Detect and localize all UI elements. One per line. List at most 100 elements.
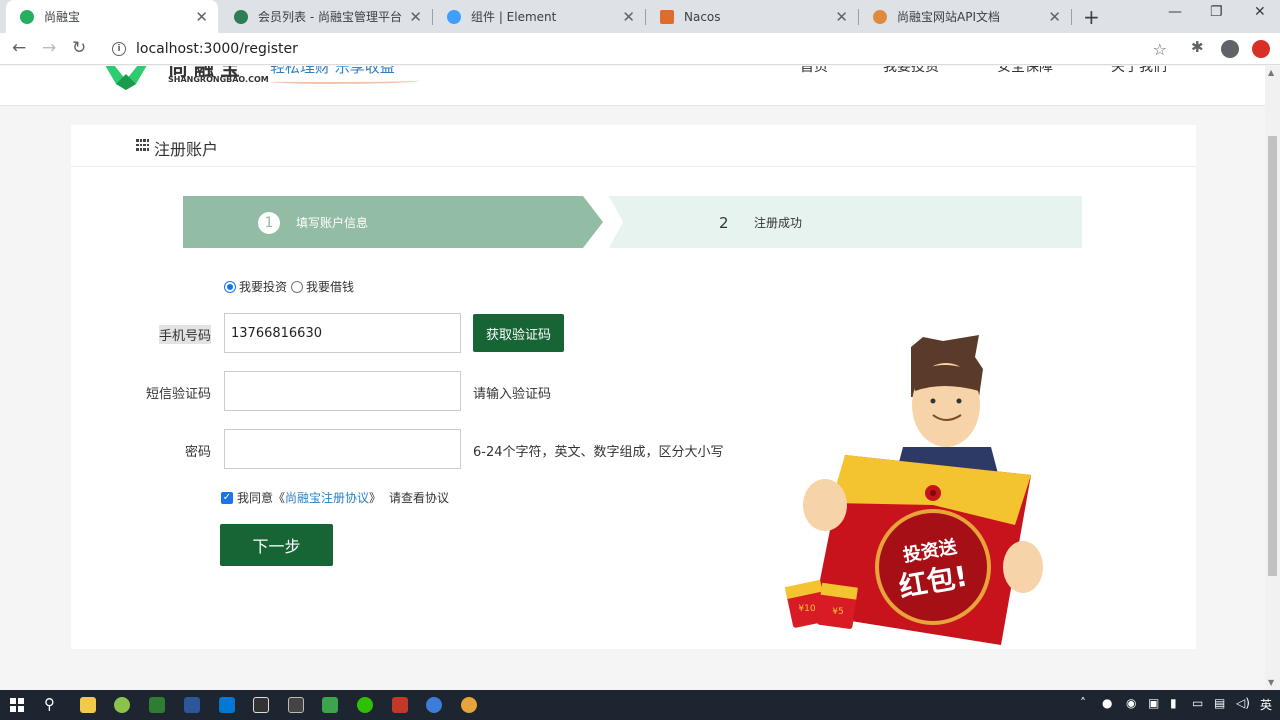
agreement-prefix: 我同意《	[237, 491, 286, 505]
url-text[interactable]: localhost:3000/register	[136, 41, 1153, 57]
windows-start-icon[interactable]	[10, 698, 24, 712]
shangrongbao-favicon-icon	[20, 9, 34, 24]
tab-nacos[interactable]: Nacos ✕	[646, 0, 858, 33]
site-header: 尚融宝 SHANGRONGBAO.COM 轻松理财 乐享收益 首页 我要投资 安…	[0, 66, 1265, 106]
password-label: 密码	[184, 445, 211, 460]
app-blue-icon[interactable]	[426, 697, 442, 713]
intellij-icon[interactable]	[253, 697, 269, 713]
microphone-icon[interactable]: ▮	[1170, 696, 1177, 710]
tray-expand-icon[interactable]: ˄	[1080, 696, 1086, 710]
back-icon[interactable]: ←	[12, 38, 26, 58]
nacos-favicon-icon	[660, 9, 674, 24]
get-code-button[interactable]: 获取验证码	[473, 314, 564, 352]
agreement-suffix: 》	[369, 491, 382, 505]
sms-code-input[interactable]	[224, 371, 461, 411]
chrome-icon[interactable]	[461, 697, 477, 713]
tab-element[interactable]: 组件 | Element ✕	[433, 0, 645, 33]
next-step-button[interactable]: 下一步	[220, 524, 333, 566]
app-pycharm-icon[interactable]	[149, 697, 165, 713]
tray-window-icon[interactable]: ▣	[1148, 696, 1159, 710]
restore-icon[interactable]: ❐	[1210, 4, 1223, 20]
step-fill-info: 1 填写账户信息	[183, 196, 603, 248]
windows-taskbar: ⚲ ˄ ● ◉ ▣ ▮ ▭ ▤ ◁) 英	[0, 690, 1280, 720]
close-tab-icon[interactable]: ✕	[409, 8, 422, 26]
scroll-up-icon[interactable]: ▲	[1268, 68, 1274, 77]
vscode-icon[interactable]	[219, 697, 235, 713]
bookmark-star-icon[interactable]: ☆	[1153, 40, 1167, 59]
minimize-icon[interactable]: —	[1168, 4, 1182, 20]
network-icon[interactable]: ▤	[1214, 696, 1225, 710]
page-scrollbar[interactable]: ▲ ▼	[1265, 66, 1280, 690]
tray-app-icon[interactable]: ◉	[1126, 696, 1136, 710]
nav-about[interactable]: 关于我们	[1111, 66, 1167, 76]
volume-icon[interactable]: ◁)	[1236, 696, 1250, 710]
nav-home[interactable]: 首页	[800, 66, 828, 76]
scrollbar-thumb[interactable]	[1268, 136, 1277, 576]
phone-label: 手机号码	[159, 325, 211, 344]
extensions-puzzle-icon[interactable]: ✱	[1191, 38, 1209, 56]
slogan-underline	[270, 78, 420, 84]
scroll-down-icon[interactable]: ▼	[1268, 678, 1274, 687]
browser-toolbar: ← → ↻ i localhost:3000/register ☆ ✱	[0, 33, 1280, 65]
radio-invest[interactable]	[224, 280, 236, 293]
radio-borrow[interactable]	[291, 280, 304, 293]
close-tab-icon[interactable]: ✕	[195, 8, 208, 26]
tab-divider	[1071, 9, 1072, 25]
step-number: 1	[258, 212, 280, 234]
app-box-icon[interactable]	[322, 697, 338, 713]
user-type-radio-group: 我要投资 我要借钱	[224, 278, 354, 295]
qq-icon[interactable]: ●	[1102, 696, 1112, 710]
api-docs-favicon-icon	[873, 9, 887, 24]
red-envelope-promo-illustration: 投资送 红包! ¥10 ¥5	[784, 335, 1043, 645]
close-tab-icon[interactable]: ✕	[835, 8, 848, 26]
nav-invest[interactable]: 我要投资	[883, 66, 939, 76]
close-window-icon[interactable]: ✕	[1254, 4, 1266, 20]
tab-member-list[interactable]: 会员列表 - 尚融宝管理平台 ✕	[220, 0, 432, 33]
tab-title: 尚融宝	[44, 10, 81, 24]
site-info-icon[interactable]: i	[112, 42, 126, 56]
phone-input[interactable]: 13766816630	[224, 313, 461, 353]
step-success: 2 注册成功	[609, 196, 1082, 248]
wechat-icon[interactable]	[357, 697, 373, 713]
file-explorer-icon[interactable]	[80, 697, 96, 713]
profile-avatar-icon[interactable]	[1221, 40, 1239, 58]
agreement-row: ✓ 我同意《 尚融宝注册协议 》 请查看协议	[221, 489, 449, 506]
app-red-icon[interactable]	[392, 697, 408, 713]
view-agreement-text: 请查看协议	[389, 491, 450, 505]
ime-indicator[interactable]: 英	[1260, 696, 1272, 713]
page-viewport: 尚融宝 SHANGRONGBAO.COM 轻松理财 乐享收益 首页 我要投资 安…	[0, 66, 1265, 678]
password-hint: 6-24个字符，英文、数字组成，区分大小写	[473, 445, 724, 460]
address-bar[interactable]: i localhost:3000/register ☆	[104, 35, 1179, 63]
terminal-icon[interactable]	[288, 697, 304, 713]
close-tab-icon[interactable]: ✕	[622, 8, 635, 26]
tab-title: 尚融宝网站API文档	[897, 10, 1000, 24]
radio-borrow-label[interactable]: 我要借钱	[306, 278, 354, 295]
nav-security[interactable]: 安全保障	[997, 66, 1053, 76]
logo-mark-icon[interactable]	[102, 66, 150, 90]
agreement-link[interactable]: 尚融宝注册协议	[285, 489, 369, 506]
coupon-5: ¥5	[832, 607, 843, 617]
extension-red-icon[interactable]	[1252, 40, 1270, 58]
search-icon[interactable]: ⚲	[44, 695, 55, 713]
reload-icon[interactable]: ↻	[72, 38, 86, 58]
battery-icon[interactable]: ▭	[1192, 696, 1203, 710]
site-slogan: 轻松理财 乐享收益	[270, 66, 395, 76]
tab-api-docs[interactable]: 尚融宝网站API文档 ✕	[859, 0, 1071, 33]
forward-icon[interactable]: →	[42, 38, 56, 58]
agreement-checkbox[interactable]: ✓	[221, 491, 233, 504]
close-tab-icon[interactable]: ✕	[1048, 8, 1061, 26]
radio-invest-label[interactable]: 我要投资	[239, 278, 287, 295]
page-title: 注册账户	[154, 140, 219, 159]
app-green-icon[interactable]	[114, 697, 130, 713]
browser-tab-bar: 尚融宝 ✕ 会员列表 - 尚融宝管理平台 ✕ 组件 | Element ✕ Na…	[0, 0, 1280, 33]
word-icon[interactable]	[184, 697, 200, 713]
new-tab-button[interactable]: +	[1083, 5, 1100, 29]
register-card: 注册账户 1 填写账户信息 2 注册成功 我要投资 我要借钱 手机号码 1376…	[71, 125, 1196, 649]
step-number: 2	[719, 214, 729, 232]
sms-code-label: 短信验证码	[145, 387, 211, 402]
password-input[interactable]	[224, 429, 461, 469]
admin-favicon-icon	[234, 9, 248, 24]
tab-shangrongbao[interactable]: 尚融宝 ✕	[6, 0, 218, 33]
grid-icon	[136, 139, 150, 152]
sms-code-hint: 请输入验证码	[473, 387, 552, 402]
